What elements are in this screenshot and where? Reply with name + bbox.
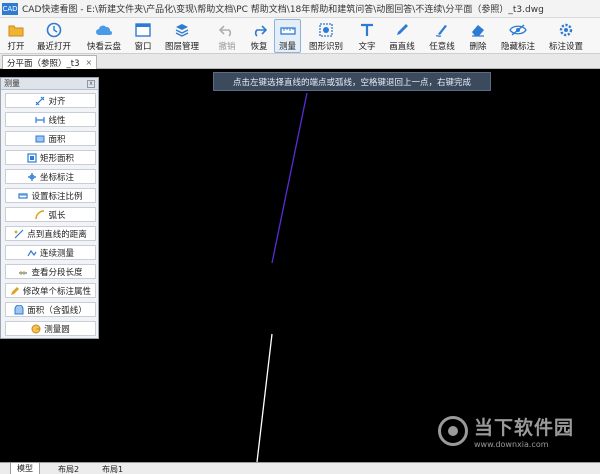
shape-recognize-button[interactable]: 图形识别 — [306, 19, 346, 53]
layout-tab-model[interactable]: 模型 — [10, 463, 40, 474]
folder-icon — [7, 21, 25, 39]
measure-panel-title: 测量 — [4, 79, 20, 88]
app-icon: CAD — [2, 2, 18, 15]
eraser-icon — [469, 21, 487, 39]
measure-circle-button[interactable]: 测量圆 — [5, 321, 96, 336]
cloud-icon — [95, 21, 113, 39]
close-icon[interactable]: x — [87, 79, 95, 88]
window-title: CAD快速看图 - E:\新建文件夹\产品化\变现\帮助文档\PC 帮助文档\1… — [22, 5, 544, 15]
measure-point-line-button[interactable]: 点到直线的距离 — [5, 226, 96, 241]
gear-icon — [557, 21, 575, 39]
area-arc-icon — [14, 304, 24, 314]
segment-length-icon — [19, 270, 28, 275]
align-dimension-icon — [36, 96, 45, 105]
draw-line-button[interactable]: 画直线 — [386, 19, 418, 53]
document-tab-label: 分平面（参照）_t3 — [7, 58, 80, 69]
circle-measure-icon — [31, 324, 41, 333]
edit-attribute-icon — [10, 286, 19, 295]
measure-hint-tooltip: 点击左键选择直线的端点或弧线，空格键退回上一点，右键完成 — [213, 72, 491, 91]
document-tab[interactable]: 分平面（参照）_t3 × — [2, 55, 98, 69]
redo-icon — [250, 21, 268, 39]
continuous-measure-icon — [27, 249, 37, 256]
clock-icon — [45, 21, 63, 39]
layout-tab-1[interactable]: 布局1 — [96, 463, 129, 474]
undo-button[interactable]: 撤销 — [214, 19, 240, 53]
measure-coordinate-button[interactable]: 坐标标注 — [5, 169, 96, 184]
area-icon — [35, 135, 45, 142]
measure-panel: 测量 x 对齐 线性 面积 矩形面积 坐标标注 设置标注比例 弧长 点到直线的距… — [0, 77, 99, 339]
main-toolbar: 打开 最近打开 快看云盘 窗口 图层管理 撤销 恢复 测量 图形识别 文字 画直… — [0, 18, 600, 54]
white-line — [256, 333, 273, 462]
measure-rect-area-button[interactable]: 矩形面积 — [5, 150, 96, 165]
purple-line — [271, 92, 308, 264]
point-to-line-icon — [14, 229, 24, 238]
watermark-url: www.downxia.com — [474, 440, 549, 449]
close-icon[interactable]: × — [86, 58, 93, 67]
layout-tab-bar: 模型 布局2 布局1 — [0, 462, 600, 474]
document-tab-bar: 分平面（参照）_t3 × — [0, 54, 600, 69]
annotation-settings-button[interactable]: 标注设置 — [546, 19, 586, 53]
pencil-icon — [393, 21, 411, 39]
delete-button[interactable]: 删除 — [466, 19, 490, 53]
text-button[interactable]: 文字 — [354, 19, 380, 53]
redo-button[interactable]: 恢复 — [246, 19, 272, 53]
watermark-logo-icon — [438, 416, 468, 446]
title-bar: CAD CAD快速看图 - E:\新建文件夹\产品化\变现\帮助文档\PC 帮助… — [0, 0, 600, 18]
measure-scale-button[interactable]: 设置标注比例 — [5, 188, 96, 203]
watermark: 当下软件园 www.downxia.com — [438, 408, 588, 454]
hide-annotation-button[interactable]: 隐藏标注 — [498, 19, 538, 53]
measure-segment-length-button[interactable]: 查看分段长度 — [5, 264, 96, 279]
measure-align-button[interactable]: 对齐 — [5, 93, 96, 108]
measure-continuous-button[interactable]: 连续测量 — [5, 245, 96, 260]
cloud-button[interactable]: 快看云盘 — [84, 19, 124, 53]
undo-icon — [218, 21, 236, 39]
linear-dimension-icon — [35, 116, 46, 123]
text-icon — [358, 21, 376, 39]
freehand-icon — [433, 21, 451, 39]
measure-area-arc-button[interactable]: 面积（含弧线） — [5, 302, 96, 317]
window-icon — [134, 21, 152, 39]
measure-linear-button[interactable]: 线性 — [5, 112, 96, 127]
measure-edit-attribute-button[interactable]: 修改单个标注属性 — [5, 283, 96, 298]
scale-icon — [18, 192, 29, 199]
rect-area-icon — [27, 152, 37, 163]
open-button[interactable]: 打开 — [4, 19, 28, 53]
layer-manager-button[interactable]: 图层管理 — [162, 19, 202, 53]
layers-icon — [173, 21, 191, 39]
window-button[interactable]: 窗口 — [130, 19, 156, 53]
shape-recognize-icon — [317, 21, 335, 39]
eye-hide-icon — [509, 21, 527, 39]
measure-arc-length-button[interactable]: 弧长 — [5, 207, 96, 222]
coordinate-icon — [27, 172, 36, 181]
measure-area-button[interactable]: 面积 — [5, 131, 96, 146]
measure-button[interactable]: 测量 — [274, 19, 301, 53]
layout-tab-2[interactable]: 布局2 — [52, 463, 85, 474]
ruler-icon — [279, 22, 297, 39]
arc-icon — [35, 209, 45, 219]
measure-panel-header: 测量 x — [1, 78, 98, 90]
watermark-text: 当下软件园 — [474, 417, 575, 439]
recent-open-button[interactable]: 最近打开 — [34, 19, 74, 53]
freehand-button[interactable]: 任意线 — [426, 19, 458, 53]
